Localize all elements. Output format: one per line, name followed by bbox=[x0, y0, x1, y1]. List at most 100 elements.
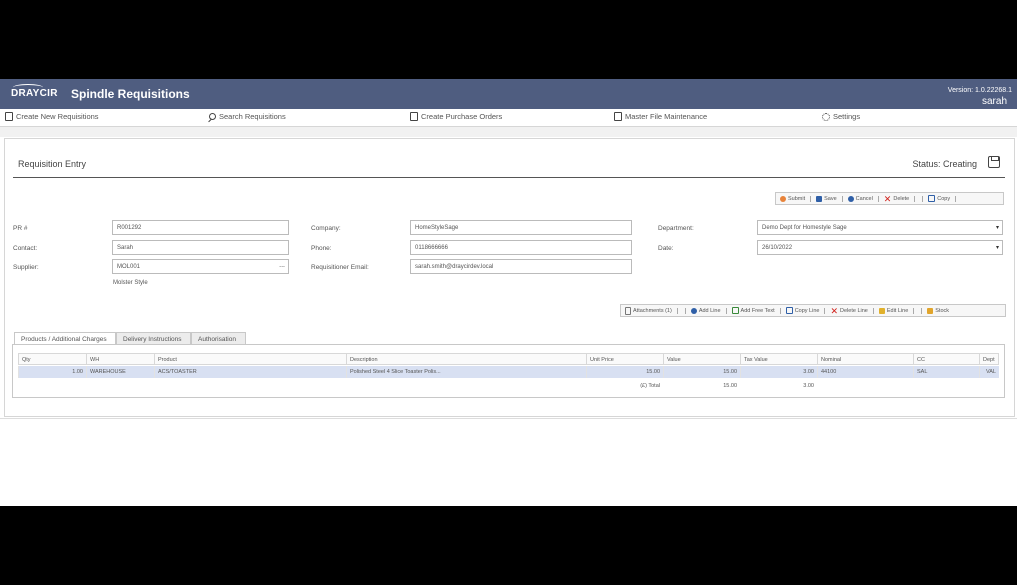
nav-search-requisitions[interactable]: Search Requisitions bbox=[209, 112, 286, 121]
add-free-text-label: Add Free Text bbox=[740, 307, 775, 314]
col-dept[interactable]: Dept bbox=[979, 353, 999, 365]
cancel-button[interactable]: Cancel bbox=[847, 195, 873, 202]
add-line-button[interactable]: Add Line bbox=[690, 307, 721, 314]
main-nav: Create New Requisitions Search Requisiti… bbox=[0, 109, 1017, 127]
products-grid-container: Qty WH Product Description Unit Price Va… bbox=[12, 344, 1005, 398]
line-action-toolbar: Attachments (1) Add Line Add Free Text C… bbox=[620, 304, 1006, 317]
requisitioner-email-field[interactable]: sarah.smith@draycirdev.local bbox=[410, 259, 632, 274]
title-divider bbox=[13, 177, 1005, 178]
master-file-icon bbox=[614, 112, 622, 121]
nav-label: Settings bbox=[833, 112, 861, 121]
save-button[interactable]: Save bbox=[816, 195, 837, 202]
copy-line-button[interactable]: Copy Line bbox=[785, 307, 819, 314]
status-label: Status: Creating bbox=[912, 159, 977, 169]
cancel-icon bbox=[847, 195, 854, 202]
copy-button[interactable]: Copy bbox=[928, 195, 950, 202]
cell-description: Polished Steel 4 Slice Toaster Polis... bbox=[346, 366, 586, 378]
separator bbox=[810, 195, 812, 202]
contact-field[interactable]: Sarah bbox=[112, 240, 289, 255]
col-product[interactable]: Product bbox=[154, 353, 346, 365]
separator bbox=[913, 307, 915, 314]
delete-label: Delete bbox=[893, 195, 910, 202]
stock-button[interactable]: Stock bbox=[927, 307, 950, 314]
company-label: Company: bbox=[311, 225, 341, 232]
purchase-order-icon bbox=[410, 112, 418, 121]
cell-qty: 1.00 bbox=[18, 366, 86, 378]
delete-button[interactable]: ✕ Delete bbox=[883, 193, 910, 204]
nav-label: Create Purchase Orders bbox=[421, 112, 503, 121]
pr-number-label: PR # bbox=[13, 225, 28, 232]
total-label: (£) Total bbox=[640, 383, 660, 389]
nav-label: Search Requisitions bbox=[219, 112, 286, 121]
add-free-text-button[interactable]: Add Free Text bbox=[731, 307, 775, 314]
grid-total-row: (£) Total 15.00 3.00 bbox=[18, 380, 999, 392]
col-qty[interactable]: Qty bbox=[18, 353, 86, 365]
col-unit-price[interactable]: Unit Price bbox=[586, 353, 663, 365]
department-label: Department: bbox=[658, 225, 694, 232]
phone-field[interactable]: 0118666666 bbox=[410, 240, 632, 255]
separator bbox=[725, 307, 727, 314]
edit-line-button[interactable]: Edit Line bbox=[878, 307, 908, 314]
separator bbox=[914, 195, 916, 202]
add-icon bbox=[690, 307, 697, 314]
cell-dept: VAL bbox=[979, 366, 999, 378]
separator bbox=[921, 307, 923, 314]
app-title: Spindle Requisitions bbox=[71, 87, 190, 101]
department-select[interactable]: Demo Dept for Homestyle Sage bbox=[757, 220, 1003, 235]
delete-line-button[interactable]: ✕ Delete Line bbox=[830, 305, 867, 316]
stock-label: Stock bbox=[935, 307, 950, 314]
save-icon[interactable] bbox=[988, 156, 1000, 168]
col-wh[interactable]: WH bbox=[86, 353, 154, 365]
nav-spacer bbox=[0, 127, 1017, 137]
attachments-button[interactable]: Attachments (1) bbox=[625, 306, 672, 315]
separator bbox=[779, 307, 781, 314]
cell-tax-value: 3.00 bbox=[740, 366, 817, 378]
draycir-logo: DRAYCIR bbox=[11, 84, 58, 99]
col-nominal[interactable]: Nominal bbox=[817, 353, 913, 365]
edit-icon bbox=[878, 307, 885, 314]
add-line-label: Add Line bbox=[698, 307, 721, 314]
total-tax: 3.00 bbox=[803, 383, 814, 389]
paperclip-icon bbox=[625, 306, 631, 315]
separator bbox=[684, 307, 686, 314]
col-description[interactable]: Description bbox=[346, 353, 586, 365]
date-label: Date: bbox=[658, 245, 674, 252]
cell-wh: WAREHOUSE bbox=[86, 366, 154, 378]
stock-icon bbox=[927, 307, 934, 314]
company-field[interactable]: HomeStyleSage bbox=[410, 220, 632, 235]
col-cc[interactable]: CC bbox=[913, 353, 979, 365]
requisition-action-toolbar: Submit Save Cancel ✕ Delete Copy bbox=[775, 192, 1004, 205]
cell-unit-price: 15.00 bbox=[586, 366, 663, 378]
delete-icon: ✕ bbox=[883, 193, 892, 204]
nav-create-purchase-orders[interactable]: Create Purchase Orders bbox=[410, 112, 502, 121]
delete-icon: ✕ bbox=[830, 305, 839, 316]
separator bbox=[841, 195, 843, 202]
nav-label: Master File Maintenance bbox=[625, 112, 708, 121]
nav-settings[interactable]: Settings bbox=[822, 112, 860, 121]
supplier-lookup-button[interactable]: ... bbox=[279, 262, 285, 269]
footer-divider bbox=[0, 418, 1017, 419]
free-text-icon bbox=[731, 307, 739, 314]
grid-header-row: Qty WH Product Description Unit Price Va… bbox=[18, 353, 999, 365]
user-name[interactable]: sarah bbox=[982, 96, 1007, 107]
pr-number-field[interactable]: R001292 bbox=[112, 220, 289, 235]
supplier-field[interactable]: MOL001 ... bbox=[112, 259, 289, 274]
col-value[interactable]: Value bbox=[663, 353, 740, 365]
cancel-label: Cancel bbox=[855, 195, 873, 202]
separator bbox=[824, 307, 826, 314]
supplier-value: MOL001 bbox=[117, 264, 141, 270]
nav-create-new-requisitions[interactable]: Create New Requisitions bbox=[5, 112, 99, 121]
nav-master-file-maintenance[interactable]: Master File Maintenance bbox=[614, 112, 707, 121]
create-requisition-icon bbox=[5, 112, 13, 121]
app-header: DRAYCIR Spindle Requisitions Version: 1.… bbox=[0, 79, 1017, 109]
date-select[interactable]: 26/10/2022 bbox=[757, 240, 1003, 255]
separator bbox=[872, 307, 874, 314]
separator bbox=[922, 195, 924, 202]
submit-button[interactable]: Submit bbox=[780, 195, 805, 202]
col-tax-value[interactable]: Tax Value bbox=[740, 353, 817, 365]
version-label: Version: 1.0.22268.1 bbox=[947, 87, 1012, 94]
contact-label: Contact: bbox=[13, 245, 38, 252]
table-row[interactable]: 1.00 WAREHOUSE ACS/TOASTER Polished Stee… bbox=[18, 366, 999, 378]
attachments-label: Attachments (1) bbox=[633, 307, 672, 314]
supplier-label: Supplier: bbox=[13, 264, 39, 271]
